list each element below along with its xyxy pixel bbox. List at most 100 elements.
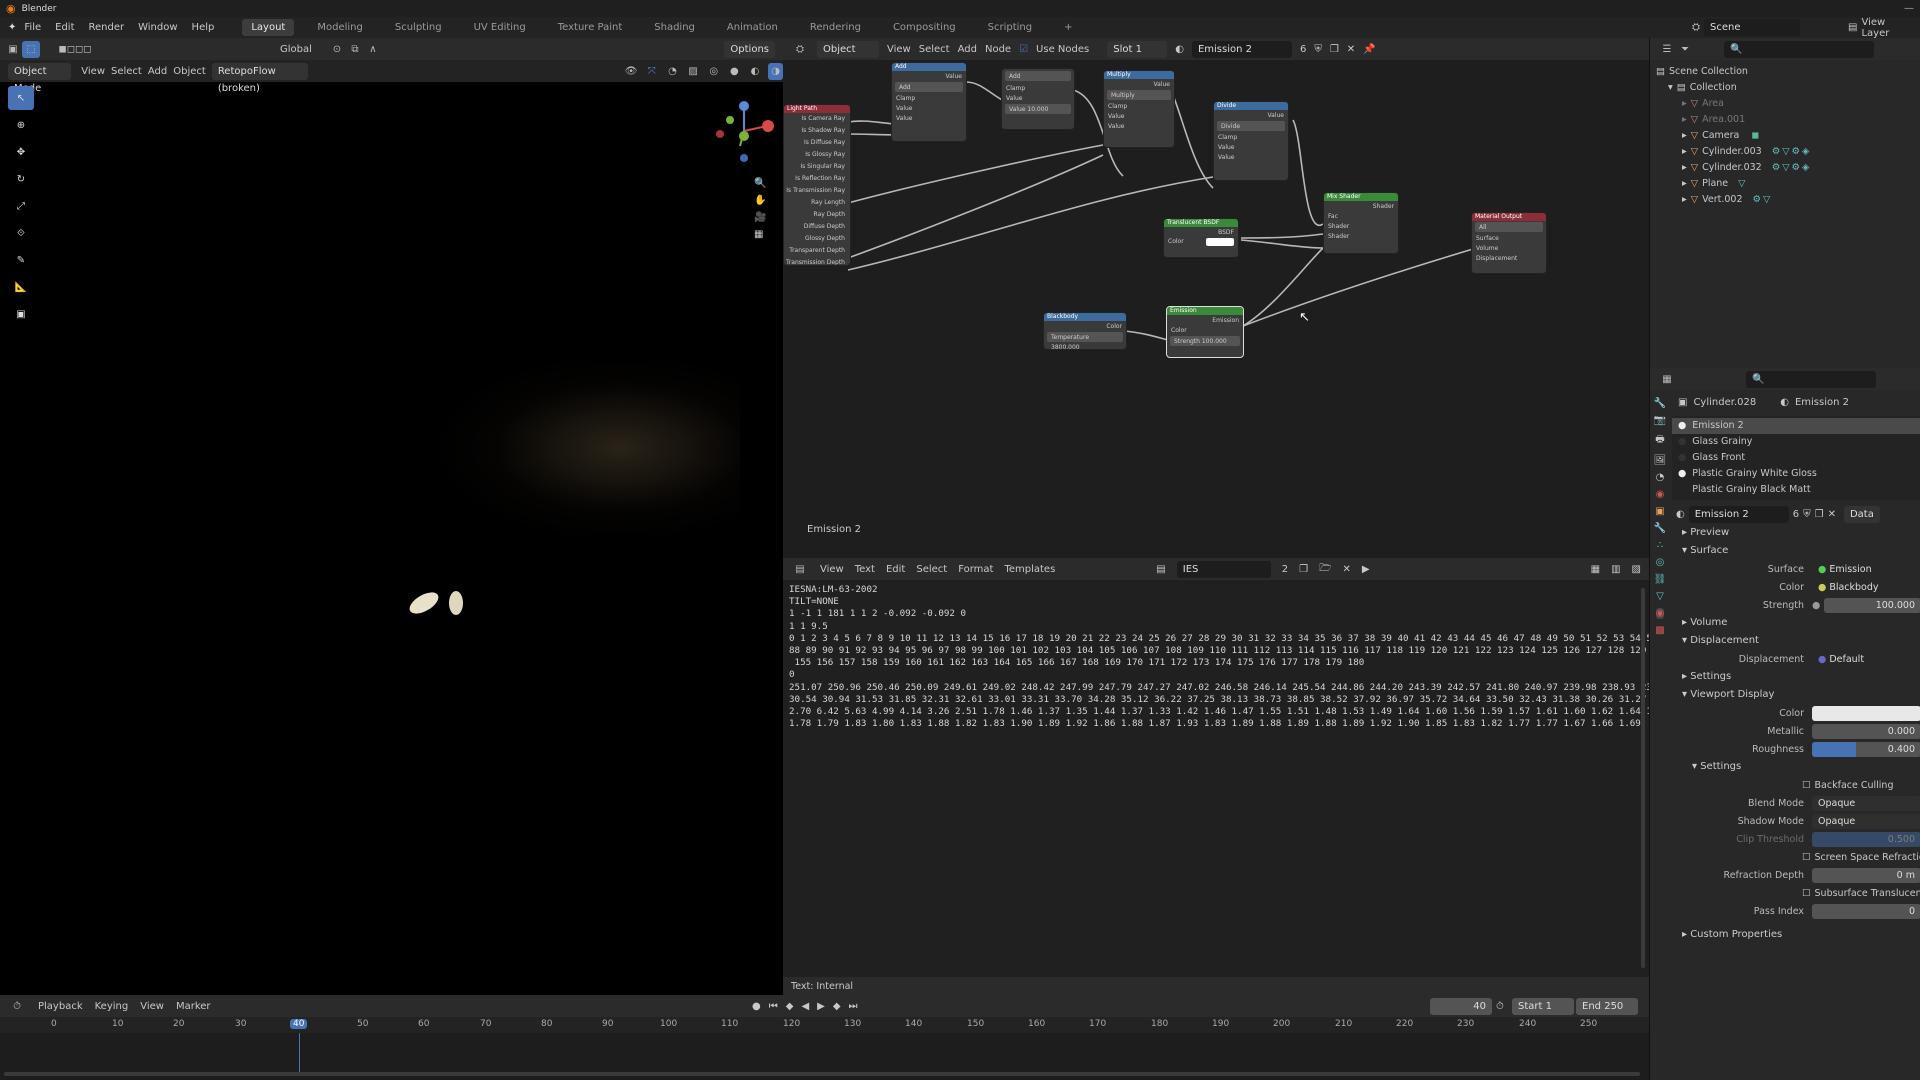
play-reverse-icon[interactable]: ◀ [801,1001,809,1012]
move-tool-icon[interactable]: ✥ [8,140,34,164]
section-custom-properties[interactable]: ▸ Custom Properties [1672,926,1920,944]
viewport-menu-select[interactable]: Select [111,66,142,77]
timeline-editor-icon[interactable]: ⏱ [8,998,26,1015]
node-add-input[interactable]: Value [892,113,966,123]
zoom-icon[interactable]: 🔍 [754,178,766,189]
timeline-menu-playback[interactable]: Playback [38,1001,83,1012]
output-socket[interactable]: Is Glossy Ray [784,149,845,161]
section-settings[interactable]: ▸ Settings [1672,668,1920,686]
expand-icon[interactable]: ▸ [1682,96,1687,112]
timeline-menu-view[interactable]: View [140,1001,164,1012]
text-menu-view[interactable]: View [820,564,844,575]
surface-field[interactable]: ● Emission [1812,562,1920,577]
view-layer-selector[interactable]: ▤ View Layer [1848,17,1920,39]
blender-logo-icon[interactable]: ◉ [6,2,16,15]
gizmo-icon[interactable]: ⤧ [644,63,659,80]
material-slot[interactable]: ● Glass Grainy [1672,434,1920,450]
options-button[interactable]: Options [724,40,775,58]
shading-material-icon[interactable]: ◐ [748,63,763,80]
texture-tab-icon[interactable]: ▩ [1655,625,1664,636]
node-translucent-bsdf[interactable]: Translucent BSDF BSDF Color [1163,218,1239,258]
outliner[interactable]: ☰ ⏷ 🔍 ▤ Scene Collection ▾ ▤ Collection ▸ ▽ A… [1649,38,1920,368]
node-add2-operation[interactable]: Add [1005,71,1071,81]
expand-icon[interactable]: ▸ [1682,144,1687,160]
material-datablock-name[interactable]: Emission 2 [1688,505,1789,523]
tab-animation[interactable]: Animation [718,19,787,36]
blender-menu-icon[interactable]: ✦ [8,22,16,33]
expand-icon[interactable]: ▸ [1682,160,1687,176]
record-icon[interactable]: ● [752,1001,761,1012]
node-output-target[interactable]: All [1475,222,1543,232]
timeline-menu-marker[interactable]: Marker [176,1001,211,1012]
scene-selector[interactable]: ⛭ Scene [1692,19,1814,36]
outliner-item[interactable]: ▸ ▽ Vert.002 ⚙▽ [1656,192,1914,208]
text-editor[interactable]: ▤ View Text Edit Select Format Templates… [783,558,1649,995]
section-surface[interactable]: ▾ Surface [1672,542,1920,560]
tab-texture-paint[interactable]: Texture Paint [549,19,632,36]
outliner-item[interactable]: ▸ ▽ Plane ▽ [1656,176,1914,192]
ortho-grid-icon[interactable]: ▦ [754,229,766,240]
shadow-dropdown[interactable]: Opaque [1812,813,1920,829]
constraints-tab-icon[interactable]: ⛓ [1654,574,1667,585]
editor-type-icon[interactable]: ▣ [4,41,22,58]
output-socket[interactable]: Is Singular Ray [784,161,845,173]
annotate-tool-icon[interactable]: ✎ [8,248,34,272]
color-field[interactable]: ● Blackbody [1812,580,1920,595]
material-slot[interactable]: ● Glass Front [1672,450,1920,466]
next-keyframe-icon[interactable]: ◆ [833,1001,841,1012]
node-blackbody[interactable]: Blackbody Color Temperature 3800.000 [1043,312,1127,350]
material-users-count[interactable]: 6 [1793,509,1799,520]
output-socket[interactable]: Is Shadow Ray [784,125,845,137]
output-socket[interactable]: Is Diffuse Ray [784,137,845,149]
selection-modes-icon[interactable]: ◼◻◻◻ [40,41,110,58]
mode-selector[interactable]: Object Mode [8,62,72,94]
ssr-checkbox[interactable]: ☐ [1802,852,1811,863]
properties-search-field[interactable]: 🔍 [1746,370,1876,388]
tab-modeling[interactable]: Modeling [308,19,372,36]
clock-icon[interactable]: ⏱ [1496,1001,1504,1012]
node-translucent-color-swatch[interactable] [1206,238,1234,246]
material-tab-icon[interactable]: ◉ [1655,608,1665,619]
node-add-operation[interactable]: Add [895,82,963,92]
shading-solid-icon[interactable]: ● [727,63,742,80]
refraction-field[interactable]: 0 m [1812,867,1920,883]
timeline-scrollbar[interactable] [4,1072,1640,1076]
syntax-highlight-icon[interactable]: ▧ [1632,564,1641,575]
add-workspace-icon[interactable]: + [1055,19,1081,36]
overlay-icon[interactable]: ◔ [665,63,680,80]
menu-edit[interactable]: Edit [55,22,74,33]
outliner-editor-icon[interactable]: ☰ [1658,41,1676,58]
node-emission-strength[interactable]: Strength 100.000 [1170,336,1240,346]
output-socket[interactable]: Is Camera Ray [784,113,845,125]
node-mix-shader-in[interactable]: Shader [1324,231,1398,241]
section-preview[interactable]: ▸ Preview [1672,524,1920,542]
viewport-menu-view[interactable]: View [81,66,105,77]
outliner-item[interactable]: ▸ ▽ Cylinder.003 ⚙▽⚙◈ [1656,144,1914,160]
node-mix-shader-in[interactable]: Shader [1324,221,1398,231]
node-light-path[interactable]: Light Path Is Camera Ray Is Shadow Ray I… [783,104,851,266]
navigation-gizmo[interactable] [712,86,776,166]
node-emission-output[interactable]: Emission [1167,315,1243,325]
select-mode-icon[interactable]: ⬚ [22,40,40,58]
node-divide-operation[interactable]: Divide [1217,121,1285,131]
object-tab-icon[interactable]: ▣ [1655,506,1664,517]
section-viewport-display[interactable]: ▾ Viewport Display [1672,686,1920,704]
output-socket[interactable]: Transmission Depth [784,257,845,265]
blend-dropdown[interactable]: Opaque [1812,795,1920,811]
node-add2-input[interactable]: Value [1002,93,1074,103]
node-divide-input[interactable]: Value [1214,142,1288,152]
output-socket[interactable]: Ray Length [784,197,845,209]
view-object-types-icon[interactable]: 👁 [624,63,639,80]
add-cube-tool-icon[interactable]: ▣ [8,302,34,326]
view-layer-name[interactable]: View Layer [1861,17,1906,39]
node-mix-shader[interactable]: Mix Shader Shader Fac Shader Shader [1323,192,1399,254]
properties-editor-icon[interactable]: ▦ [1658,371,1676,388]
playhead-frame[interactable]: 40 [290,1019,308,1029]
node-multiply-input[interactable]: Value [1104,121,1174,131]
duplicate-icon[interactable]: ❐ [1815,509,1824,520]
text-content[interactable]: IESNA:LM-63-2002 TILT=NONE 1 -1 1 181 1 … [783,580,1649,972]
proportional-icon[interactable]: ∧ [364,41,382,58]
timeline-menu-keying[interactable]: Keying [95,1001,129,1012]
node-add-output[interactable]: Value [892,71,966,81]
text-scrollbar[interactable] [1641,588,1645,968]
